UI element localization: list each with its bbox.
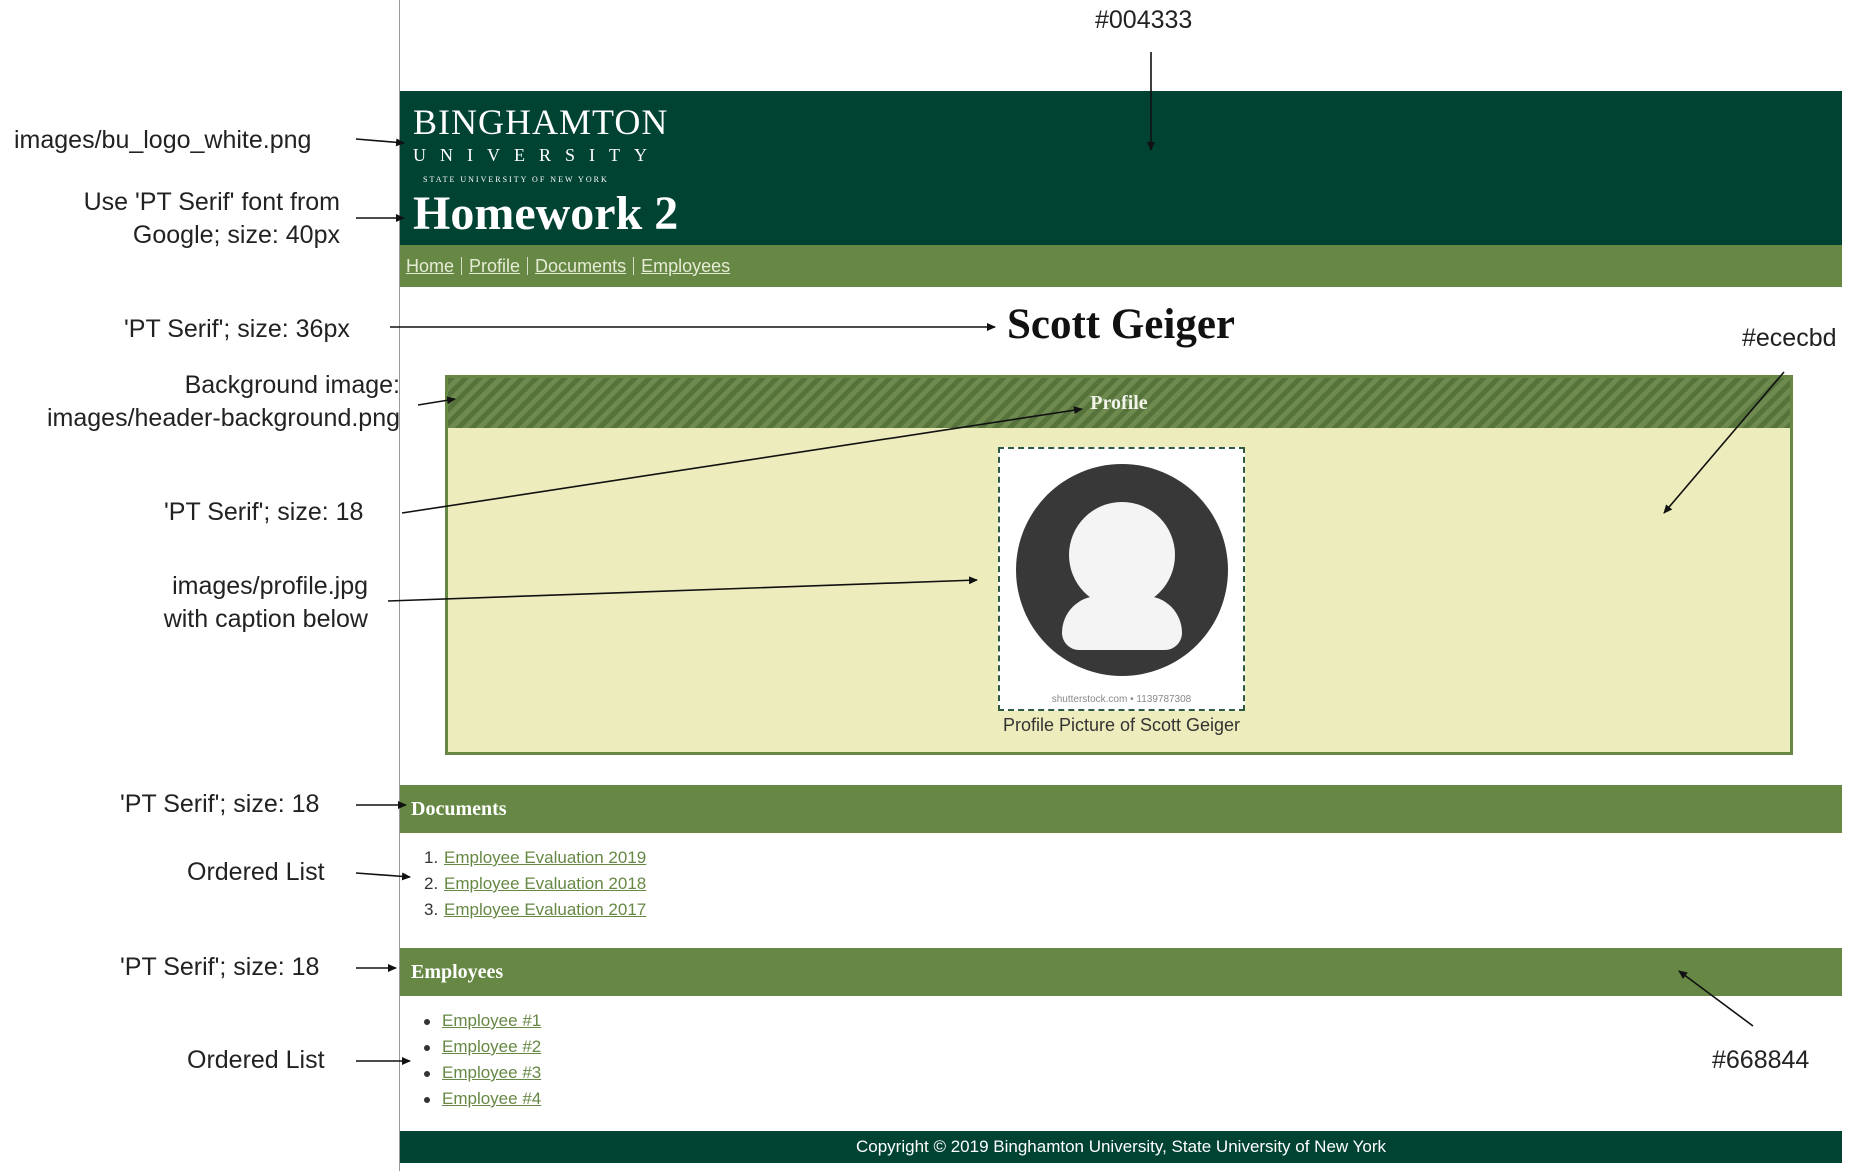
nav-bar: Home Profile Documents Employees bbox=[400, 245, 1842, 287]
site-header: BINGHAMTON UNIVERSITY STATE UNIVERSITY O… bbox=[400, 91, 1842, 245]
bullet-icon bbox=[424, 1018, 430, 1025]
employees-list: Employee #1 Employee #2 Employee #3 Empl… bbox=[424, 1008, 541, 1112]
document-link-1[interactable]: Employee Evaluation 2019 bbox=[444, 848, 646, 867]
employee-link-2[interactable]: Employee #2 bbox=[442, 1037, 541, 1056]
logo-suny-line: STATE UNIVERSITY OF NEW YORK bbox=[423, 175, 609, 184]
annotation-employees-font: 'PT Serif'; size: 18 bbox=[120, 953, 320, 981]
annotation-profile-image-line1: images/profile.jpg bbox=[172, 572, 368, 600]
document-link-2[interactable]: Employee Evaluation 2018 bbox=[444, 874, 646, 893]
profile-heading: Profile bbox=[448, 378, 1790, 428]
list-item: Employee #1 bbox=[424, 1008, 541, 1034]
avatar-head bbox=[1069, 502, 1175, 608]
profile-panel: Profile shutterstock.com • 1139787308 Pr… bbox=[445, 375, 1793, 755]
nav-link-documents[interactable]: Documents bbox=[535, 256, 626, 277]
annotation-name-font: 'PT Serif'; size: 36px bbox=[124, 315, 350, 343]
employee-link-3[interactable]: Employee #3 bbox=[442, 1063, 541, 1082]
annotation-documents-font: 'PT Serif'; size: 18 bbox=[120, 790, 320, 818]
employee-link-1[interactable]: Employee #1 bbox=[442, 1011, 541, 1030]
page-mockup: BINGHAMTON UNIVERSITY STATE UNIVERSITY O… bbox=[399, 0, 1842, 1171]
documents-heading: Documents bbox=[400, 785, 1842, 833]
nav-link-home[interactable]: Home bbox=[406, 256, 454, 277]
annotation-profile-font: 'PT Serif'; size: 18 bbox=[164, 498, 364, 526]
site-footer: Copyright © 2019 Binghamton University, … bbox=[400, 1131, 1842, 1163]
nav-separator bbox=[633, 257, 635, 275]
bullet-icon bbox=[424, 1096, 430, 1103]
arrow-logo bbox=[355, 138, 405, 147]
list-number: 3. bbox=[424, 900, 439, 919]
employee-link-4[interactable]: Employee #4 bbox=[442, 1089, 541, 1108]
profile-caption: Profile Picture of Scott Geiger bbox=[1002, 715, 1241, 735]
employees-heading: Employees bbox=[400, 948, 1842, 996]
annotation-logo-image: images/bu_logo_white.png bbox=[14, 126, 312, 154]
logo-wordmark: BINGHAMTON bbox=[413, 102, 669, 142]
bullet-icon bbox=[424, 1044, 430, 1051]
document-link-3[interactable]: Employee Evaluation 2017 bbox=[444, 900, 646, 919]
annotation-profile-image-line2: with caption below bbox=[163, 604, 368, 633]
university-logo: BINGHAMTON UNIVERSITY STATE UNIVERSITY O… bbox=[413, 103, 668, 184]
profile-figure: shutterstock.com • 1139787308 bbox=[998, 447, 1245, 711]
nav-link-profile[interactable]: Profile bbox=[469, 256, 520, 277]
nav-link-employees[interactable]: Employees bbox=[641, 256, 730, 277]
person-name: Scott Geiger bbox=[1006, 301, 1236, 348]
avatar-body bbox=[1062, 596, 1182, 650]
list-number: 1. bbox=[424, 848, 439, 867]
list-item: Employee #2 bbox=[424, 1034, 541, 1060]
list-item: Employee #4 bbox=[424, 1086, 541, 1112]
nav-separator bbox=[527, 257, 529, 275]
annotation-employees-list: Ordered List bbox=[187, 1046, 325, 1074]
annotation-title-font-line1: Use 'PT Serif' font from bbox=[83, 188, 340, 216]
documents-list: 1. Employee Evaluation 2019 2. Employee Ev… bbox=[424, 845, 646, 923]
nav-separator bbox=[461, 257, 463, 275]
list-number: 2. bbox=[424, 874, 439, 893]
annotation-title-font: Use 'PT Serif' font from Google; size: 4… bbox=[40, 186, 340, 251]
bullet-icon bbox=[424, 1070, 430, 1077]
annotation-background-image-line1: Background image: bbox=[184, 371, 400, 399]
list-item: 3. Employee Evaluation 2017 bbox=[424, 897, 646, 923]
logo-university: UNIVERSITY bbox=[413, 145, 661, 165]
list-item: 1. Employee Evaluation 2019 bbox=[424, 845, 646, 871]
annotation-background-image: Background image: images/header-backgrou… bbox=[10, 369, 400, 434]
annotation-background-image-line2: images/header-background.png bbox=[46, 403, 400, 432]
avatar-icon bbox=[1016, 464, 1228, 676]
annotation-profile-image: images/profile.jpg with caption below bbox=[60, 570, 368, 635]
annotation-title-font-line2: Google; size: 40px bbox=[132, 220, 340, 249]
image-watermark: shutterstock.com • 1139787308 bbox=[1051, 694, 1192, 705]
annotation-documents-list: Ordered List bbox=[187, 858, 325, 886]
page-title: Homework 2 bbox=[413, 187, 679, 240]
list-item: 2. Employee Evaluation 2018 bbox=[424, 871, 646, 897]
list-item: Employee #3 bbox=[424, 1060, 541, 1086]
